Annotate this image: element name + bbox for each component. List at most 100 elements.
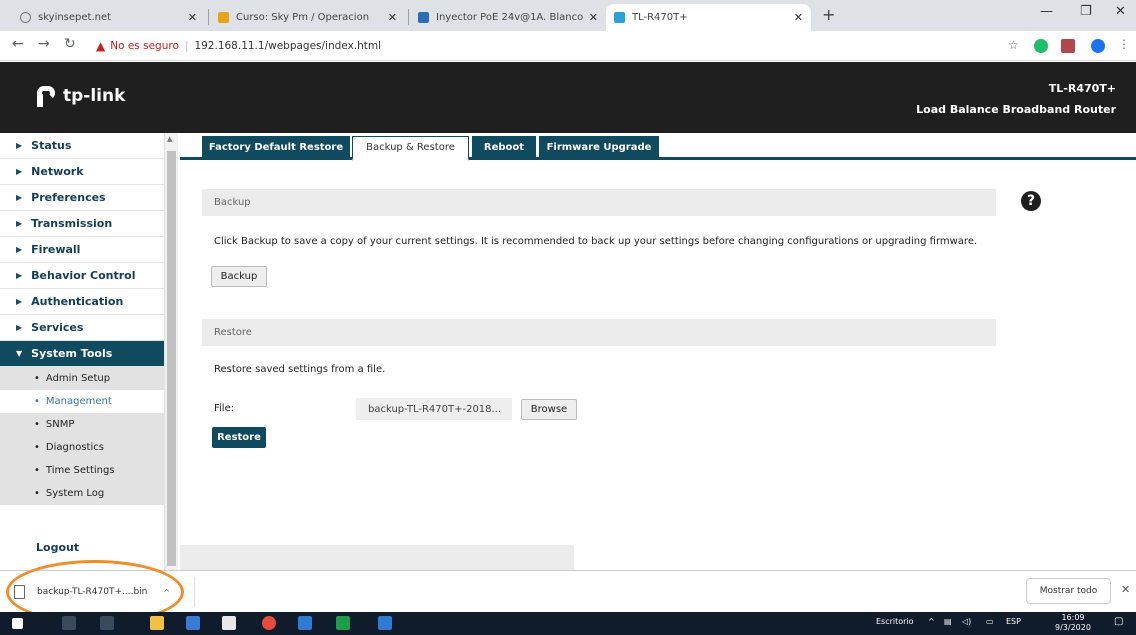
tab-firmware-upgrade[interactable]: Firmware Upgrade bbox=[539, 136, 659, 158]
sidebar-scrollbar[interactable]: ▲ bbox=[164, 133, 178, 570]
tab-factory-default-restore[interactable]: Factory Default Restore bbox=[202, 136, 350, 158]
sidebar-subitem-diagnostics[interactable]: • Diagnostics bbox=[0, 436, 164, 459]
file-explorer-icon[interactable] bbox=[150, 616, 164, 630]
tp-link-logo-mark bbox=[34, 84, 58, 108]
browser-tab-title: skyinsepet.net bbox=[38, 12, 112, 23]
tab-divider bbox=[408, 9, 409, 25]
browser-tab-tl-r470t[interactable]: TL-R470T+ ✕ bbox=[606, 4, 811, 31]
content-footer-bar bbox=[180, 545, 574, 570]
sidebar-item-firewall[interactable]: ▶ Firewall bbox=[0, 237, 164, 263]
sidebar-item-system-tools[interactable]: ▼ System Tools bbox=[0, 341, 164, 367]
notifications-icon[interactable]: ▢ bbox=[1114, 616, 1123, 627]
chevron-right-icon: ▶ bbox=[16, 141, 23, 150]
taskbar-app-icon[interactable] bbox=[298, 616, 312, 630]
sidebar-subitem-time-settings[interactable]: • Time Settings bbox=[0, 459, 164, 482]
volume-icon[interactable]: ◁) bbox=[962, 617, 971, 626]
minimize-icon[interactable]: — bbox=[1040, 4, 1053, 19]
sidebar-subitem-admin-setup[interactable]: • Admin Setup bbox=[0, 367, 164, 390]
new-tab-button[interactable]: + bbox=[822, 5, 835, 24]
clock-date: 9/3/2020 bbox=[1055, 623, 1091, 632]
taskbar-app-icon[interactable] bbox=[378, 616, 392, 630]
chevron-down-icon: ▼ bbox=[16, 349, 23, 358]
sidebar-subitem-system-log[interactable]: • System Log bbox=[0, 482, 164, 505]
router-description: Load Balance Broadband Router bbox=[916, 103, 1116, 116]
backup-section-header: Backup bbox=[202, 189, 996, 216]
browser-tab-curso[interactable]: Curso: Sky Pm / Operacion ✕ bbox=[210, 4, 405, 31]
tp-link-logo: tp-link bbox=[34, 84, 125, 108]
profile-avatar[interactable] bbox=[1091, 39, 1105, 53]
desktop-toolbar-label[interactable]: Escritorio bbox=[876, 617, 914, 626]
search-icon[interactable] bbox=[62, 616, 76, 630]
tp-link-icon bbox=[614, 12, 625, 23]
close-icon[interactable]: ✕ bbox=[1121, 583, 1130, 596]
address-bar: ← → ↻ ▲ No es seguro | 192.168.11.1/webp… bbox=[0, 31, 1136, 61]
browser-tab-inyector[interactable]: Inyector PoE 24v@1A. Blanco GI ✕ bbox=[410, 4, 606, 31]
bullet-icon: • bbox=[34, 442, 40, 453]
backup-button[interactable]: Backup bbox=[211, 266, 267, 287]
content-tab-bar: Factory Default Restore Backup & Restore… bbox=[180, 133, 1136, 161]
sidebar-item-transmission[interactable]: ▶ Transmission bbox=[0, 211, 164, 237]
reload-icon[interactable]: ↻ bbox=[64, 36, 76, 52]
security-label[interactable]: No es seguro bbox=[110, 40, 179, 52]
url-field[interactable]: ▲ No es seguro | 192.168.11.1/webpages/i… bbox=[96, 37, 381, 55]
excel-icon[interactable] bbox=[336, 616, 350, 630]
close-icon[interactable]: ✕ bbox=[188, 11, 197, 24]
more-menu-icon[interactable]: ⋮ bbox=[1118, 37, 1130, 51]
tab-divider bbox=[208, 9, 209, 25]
backup-description: Click Backup to save a copy of your curr… bbox=[214, 236, 978, 247]
extension-icon[interactable] bbox=[1034, 39, 1048, 53]
sidebar-subitem-label: SNMP bbox=[45, 419, 75, 430]
file-path-field[interactable]: backup-TL-R470T+-2018... bbox=[356, 398, 512, 420]
warning-icon: ▲ bbox=[96, 39, 106, 53]
show-all-button[interactable]: Mostrar todo bbox=[1026, 578, 1111, 604]
close-icon[interactable]: ✕ bbox=[388, 11, 397, 24]
globe-icon bbox=[20, 12, 31, 23]
chrome-icon[interactable] bbox=[262, 616, 276, 630]
battery-icon[interactable]: ▭ bbox=[986, 617, 994, 626]
sidebar-item-behavior-control[interactable]: ▶ Behavior Control bbox=[0, 263, 164, 289]
task-view-icon[interactable] bbox=[100, 616, 114, 630]
store-icon[interactable] bbox=[222, 616, 236, 630]
sidebar-subitem-label: Management bbox=[45, 396, 112, 407]
logout-link[interactable]: Logout bbox=[36, 541, 79, 554]
url-text[interactable]: 192.168.11.1/webpages/index.html bbox=[194, 40, 381, 52]
taskbar-clock[interactable]: 16:09 9/3/2020 bbox=[1055, 613, 1091, 633]
back-icon[interactable]: ← bbox=[12, 36, 24, 52]
sidebar-item-label: System Tools bbox=[31, 347, 113, 360]
sidebar-item-authentication[interactable]: ▶ Authentication bbox=[0, 289, 164, 315]
close-icon[interactable]: ✕ bbox=[794, 11, 803, 24]
sidebar-subitem-management[interactable]: • Management bbox=[0, 390, 164, 413]
browser-tab-strip: skyinsepet.net ✕ Curso: Sky Pm / Operaci… bbox=[0, 0, 1136, 31]
scroll-up-icon[interactable]: ▲ bbox=[167, 135, 172, 143]
browser-tab-title: TL-R470T+ bbox=[632, 12, 688, 23]
sidebar-subitem-label: Time Settings bbox=[45, 465, 115, 476]
restore-button[interactable]: Restore bbox=[212, 427, 266, 448]
browse-button[interactable]: Browse bbox=[521, 399, 577, 420]
sidebar-item-network[interactable]: ▶ Network bbox=[0, 159, 164, 185]
language-indicator[interactable]: ESP bbox=[1006, 617, 1021, 626]
close-icon[interactable]: ✕ bbox=[589, 11, 598, 24]
extension-icon[interactable] bbox=[1061, 39, 1075, 53]
windows-start-icon[interactable] bbox=[12, 618, 23, 629]
help-icon[interactable]: ? bbox=[1021, 191, 1041, 211]
tab-reboot[interactable]: Reboot bbox=[472, 136, 536, 158]
forward-icon[interactable]: → bbox=[38, 36, 50, 52]
download-item[interactable]: backup-TL-R470T+....bin ^ bbox=[14, 579, 182, 605]
bullet-icon: • bbox=[34, 465, 40, 476]
star-icon[interactable]: ☆ bbox=[1008, 38, 1019, 52]
scrollbar-thumb[interactable] bbox=[167, 151, 176, 566]
maximize-icon[interactable]: ❐ bbox=[1080, 4, 1092, 19]
chevron-up-icon[interactable]: ^ bbox=[163, 588, 170, 597]
network-icon[interactable]: ▤ bbox=[944, 617, 952, 626]
taskbar-app-icon[interactable] bbox=[186, 616, 200, 630]
sidebar-item-services[interactable]: ▶ Services bbox=[0, 315, 164, 341]
sidebar-menu: ▶ Status ▶ Network ▶ Preferences ▶ Transmiss… bbox=[0, 133, 164, 570]
url-divider: | bbox=[184, 40, 189, 52]
tab-backup-restore[interactable]: Backup & Restore bbox=[352, 136, 469, 161]
browser-tab-skyinsepet[interactable]: skyinsepet.net ✕ bbox=[12, 4, 205, 31]
sidebar-item-preferences[interactable]: ▶ Preferences bbox=[0, 185, 164, 211]
tray-overflow-icon[interactable]: ^ bbox=[928, 617, 935, 626]
sidebar-item-status[interactable]: ▶ Status bbox=[0, 133, 164, 159]
window-close-icon[interactable]: ✕ bbox=[1115, 4, 1126, 19]
sidebar-subitem-snmp[interactable]: • SNMP bbox=[0, 413, 164, 436]
